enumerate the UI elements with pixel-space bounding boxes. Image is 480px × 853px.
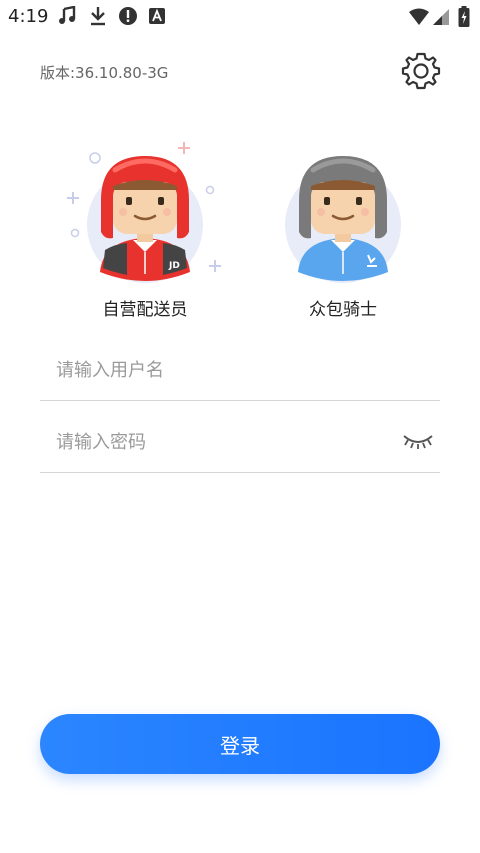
password-field-container [40, 412, 440, 473]
jd-courier-avatar: JD [67, 142, 221, 283]
status-bar: 4:19 [0, 0, 480, 34]
password-input[interactable] [54, 426, 388, 458]
battery-charging-icon [458, 6, 470, 32]
role-label-crowd: 众包骑士 [309, 300, 377, 320]
username-input[interactable] [54, 354, 388, 386]
svg-text:JD: JD [168, 261, 180, 271]
a-icon [148, 6, 166, 30]
signal-icon [432, 8, 450, 30]
version-label: 版本:36.10.80-3G [40, 64, 169, 82]
role-label-self-operated: 自营配送员 [102, 300, 188, 320]
role-crowd-rider[interactable]: 众包骑士 [263, 140, 423, 320]
login-button[interactable]: 登录 [40, 714, 440, 774]
gear-icon[interactable] [400, 50, 442, 92]
music-note-icon [58, 5, 78, 30]
status-time: 4:19 [8, 6, 49, 27]
role-self-operated-courier[interactable]: JD 自营配送员 [65, 140, 225, 320]
alert-icon [118, 6, 138, 30]
wifi-icon [408, 8, 430, 30]
eye-closed-icon[interactable] [402, 430, 434, 452]
download-icon [89, 6, 107, 30]
username-field-container [40, 340, 440, 401]
crowd-rider-avatar [285, 156, 401, 283]
